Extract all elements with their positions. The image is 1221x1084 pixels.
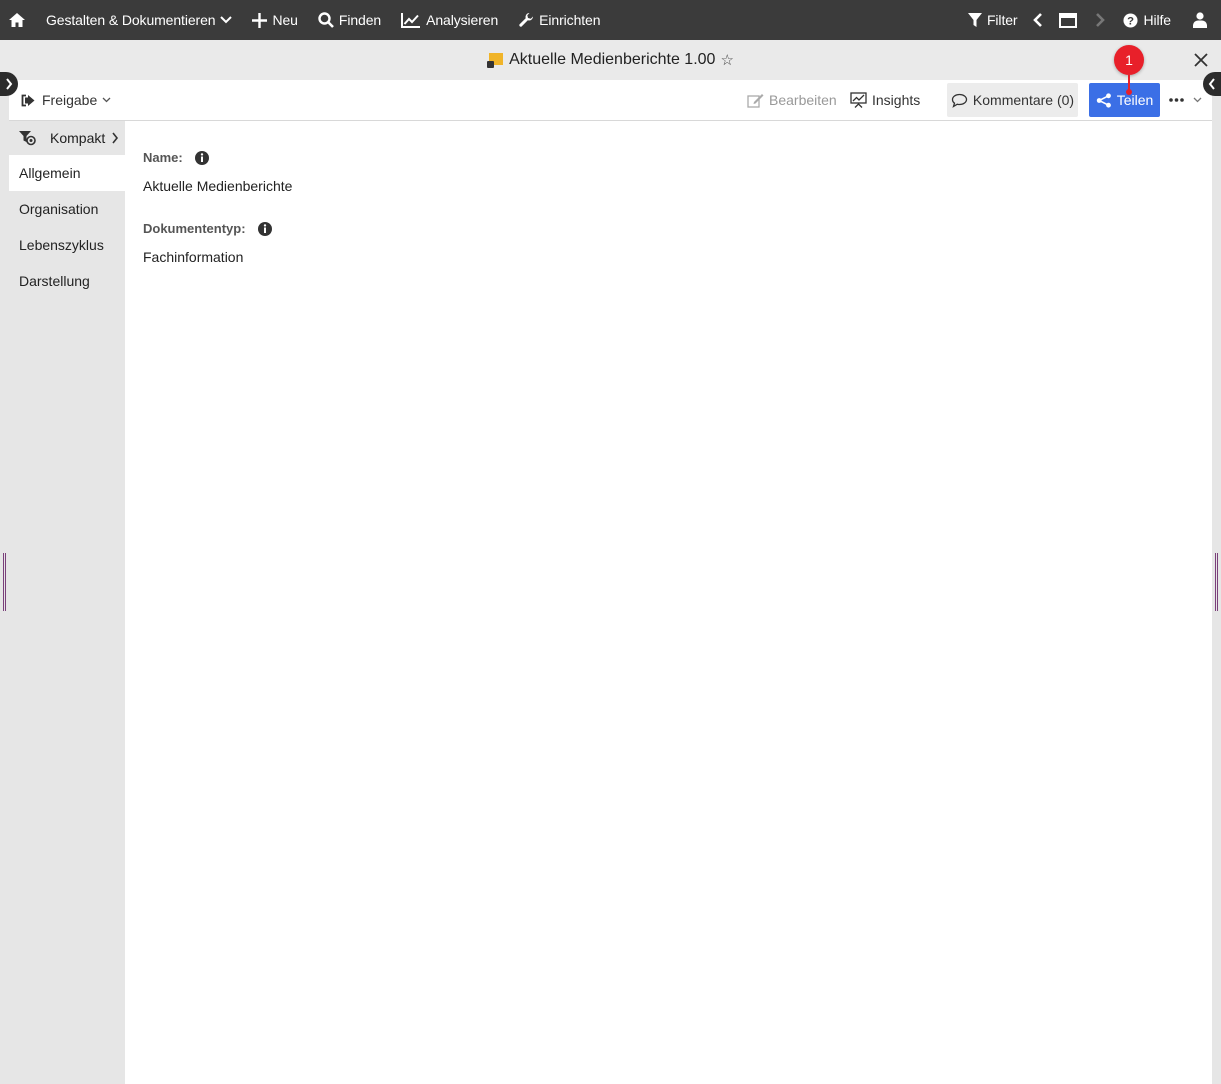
field-label: Name: <box>143 150 292 165</box>
release-label: Freigabe <box>42 92 98 108</box>
insights-presentation-icon <box>850 92 867 108</box>
section-navigation: Kompakt Allgemein Organisation Lebenszyk… <box>9 121 125 1084</box>
user-button[interactable] <box>1193 0 1207 40</box>
menu-analysieren[interactable]: Analysieren <box>401 0 498 40</box>
document-toolbar: Freigabe Bearbeiten Insights Kommentare … <box>9 80 1212 121</box>
field-document-type: Dokumententyp: Fachinformation <box>143 221 292 265</box>
comments-button[interactable]: Kommentare (0) <box>947 83 1078 117</box>
general-properties: Name: Aktuelle Medienberichte Dokumenten… <box>143 121 292 265</box>
field-name: Name: Aktuelle Medienberichte <box>143 150 292 194</box>
chart-line-icon <box>401 13 421 28</box>
menu-gestalten-label: Gestalten & Dokumentieren <box>46 12 216 28</box>
chevron-left-icon <box>1208 78 1215 90</box>
menu-neu[interactable]: Neu <box>252 0 298 40</box>
chevron-down-icon <box>1193 97 1202 103</box>
comment-bubble-icon <box>951 93 968 108</box>
menu-finden-label: Finden <box>338 12 382 28</box>
chevron-right-icon <box>1096 13 1106 27</box>
home-icon <box>9 13 25 27</box>
section-tab-label: Lebenszyklus <box>19 237 104 253</box>
search-icon <box>318 12 334 28</box>
menu-finden[interactable]: Finden <box>318 0 381 40</box>
more-actions-button[interactable] <box>1169 80 1205 120</box>
filter-button[interactable]: Filter <box>967 0 1018 40</box>
section-tab-organisation[interactable]: Organisation <box>9 191 125 227</box>
release-dropdown[interactable]: Freigabe <box>21 80 111 120</box>
right-resize-handle[interactable] <box>1215 553 1218 611</box>
chevron-down-icon <box>102 97 111 103</box>
help-button[interactable]: ? Hilfe <box>1123 0 1171 40</box>
step-badge: 1 <box>1114 45 1144 75</box>
compact-toggle[interactable]: Kompakt <box>9 121 125 155</box>
section-tab-lebenszyklus[interactable]: Lebenszyklus <box>9 227 125 263</box>
field-name-label: Name: <box>143 150 183 165</box>
user-icon <box>1193 12 1207 28</box>
section-tab-allgemein[interactable]: Allgemein <box>9 155 125 191</box>
share-icon <box>1096 92 1111 108</box>
menu-einrichten[interactable]: Einrichten <box>518 0 601 40</box>
info-icon[interactable] <box>194 150 209 165</box>
document-lock-icon <box>487 52 504 68</box>
chevron-left-icon <box>1033 13 1043 27</box>
left-resize-handle[interactable] <box>3 553 6 611</box>
menu-gestalten-dokumentieren[interactable]: Gestalten & Dokumentieren <box>46 0 233 40</box>
edit-icon <box>747 93 764 108</box>
field-document-type-label: Dokumententyp: <box>143 221 246 236</box>
section-tab-label: Allgemein <box>19 165 81 181</box>
favorite-star-icon[interactable]: ☆ <box>720 51 733 69</box>
release-icon <box>21 94 35 106</box>
expand-right-panel-tab[interactable] <box>1203 72 1221 96</box>
plus-icon <box>252 12 268 28</box>
edit-label: Bearbeiten <box>769 92 837 108</box>
section-tab-label: Organisation <box>19 201 99 217</box>
window-button[interactable] <box>1059 0 1078 40</box>
field-label: Dokumententyp: <box>143 221 292 236</box>
document-title-bar: Aktuelle Medienberichte 1.00 ☆ <box>0 40 1221 80</box>
info-icon[interactable] <box>257 221 272 236</box>
menu-einrichten-label: Einrichten <box>539 12 601 28</box>
chevron-down-icon <box>220 16 233 24</box>
field-document-type-value: Fachinformation <box>143 249 244 265</box>
forward-button[interactable] <box>1095 0 1106 40</box>
step-badge-dot <box>1126 89 1132 95</box>
chevron-right-icon <box>6 78 13 90</box>
field-name-value: Aktuelle Medienberichte <box>143 178 293 194</box>
menu-analysieren-label: Analysieren <box>426 12 499 28</box>
insights-label: Insights <box>872 92 921 108</box>
home-button[interactable] <box>8 0 26 40</box>
compact-label: Kompakt <box>50 130 106 146</box>
comments-label: Kommentare (0) <box>972 92 1075 108</box>
back-button[interactable] <box>1033 0 1043 40</box>
top-navigation-bar: Gestalten & Dokumentieren Neu Finden Ana… <box>0 0 1221 40</box>
help-label: Hilfe <box>1143 12 1171 28</box>
document-title: Aktuelle Medienberichte 1.00 ☆ <box>487 51 734 69</box>
compact-filter-icon <box>19 130 36 145</box>
section-tab-label: Darstellung <box>19 273 90 289</box>
document-title-text: Aktuelle Medienberichte 1.00 <box>509 51 716 68</box>
menu-neu-label: Neu <box>272 12 298 28</box>
share-button[interactable]: Teilen <box>1089 83 1160 117</box>
window-icon <box>1059 12 1078 28</box>
document-panel: Freigabe Bearbeiten Insights Kommentare … <box>9 80 1212 1084</box>
chevron-right-icon <box>112 132 119 144</box>
section-tab-darstellung[interactable]: Darstellung <box>9 263 125 299</box>
filter-icon <box>967 12 982 27</box>
filter-label: Filter <box>986 12 1018 28</box>
insights-button[interactable]: Insights <box>850 80 920 120</box>
more-dots-icon <box>1169 98 1184 102</box>
edit-button[interactable]: Bearbeiten <box>747 80 837 120</box>
close-icon[interactable] <box>1193 52 1209 68</box>
share-label: Teilen <box>1116 92 1154 108</box>
wrench-icon <box>519 13 534 27</box>
help-icon: ? <box>1123 12 1139 28</box>
svg-text:?: ? <box>1128 15 1135 27</box>
